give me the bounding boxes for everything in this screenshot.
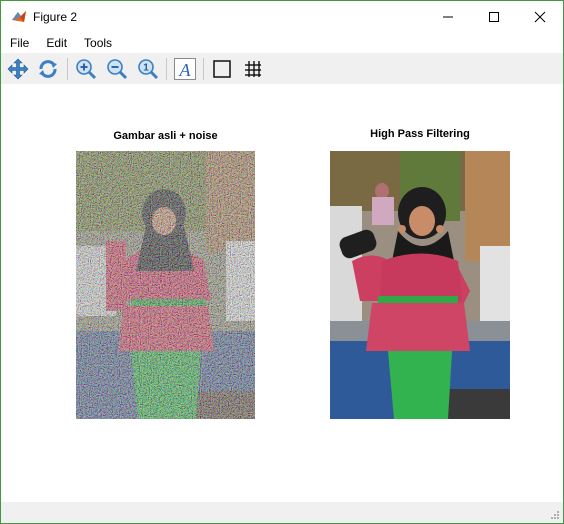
toolbar-separator <box>203 58 204 80</box>
toolbar: 1 A <box>1 53 563 84</box>
maximize-button[interactable] <box>471 1 517 33</box>
rotate-button[interactable] <box>35 56 61 82</box>
pan-arrows-icon <box>7 58 29 80</box>
resize-grip-icon[interactable] <box>550 510 560 520</box>
matlab-icon <box>12 11 26 22</box>
noisy-image <box>76 151 255 419</box>
svg-text:1: 1 <box>143 63 149 74</box>
minimize-button[interactable] <box>425 1 471 33</box>
annotate-button[interactable]: A <box>172 56 198 82</box>
zoom-reset-icon: 1 <box>138 59 159 80</box>
pan-button[interactable] <box>5 56 31 82</box>
filtered-image <box>330 151 510 419</box>
frame-icon <box>213 60 231 78</box>
zoom-in-button[interactable] <box>73 56 99 82</box>
status-bar <box>1 502 563 523</box>
zoom-out-icon <box>107 59 128 80</box>
title-bar[interactable]: Figure 2 <box>1 1 563 33</box>
zoom-reset-button[interactable]: 1 <box>135 56 161 82</box>
menu-edit[interactable]: Edit <box>37 33 75 53</box>
svg-text:A: A <box>179 60 192 80</box>
filtered-photo <box>330 151 510 419</box>
grid-icon <box>245 61 261 77</box>
menu-file[interactable]: File <box>1 33 37 53</box>
close-button[interactable] <box>517 1 563 33</box>
grid-button[interactable] <box>240 56 266 82</box>
minimize-icon <box>443 16 453 18</box>
menu-bar: File Edit Tools <box>1 33 563 53</box>
maximize-icon <box>489 12 499 22</box>
menu-tools[interactable]: Tools <box>75 33 120 53</box>
toolbar-separator <box>67 58 68 80</box>
left-axes-title: Gambar asli + noise <box>113 130 218 142</box>
close-icon <box>534 11 546 23</box>
noisy-photo <box>76 151 255 419</box>
frame-button[interactable] <box>209 56 235 82</box>
zoom-out-button[interactable] <box>104 56 130 82</box>
window-title: Figure 2 <box>33 10 78 24</box>
rotate-3d-icon <box>39 60 57 78</box>
figure-window: Figure 2 File Edit Tools 1 A Gambar asli… <box>0 0 564 524</box>
right-axes-title: High Pass Filtering <box>370 128 470 140</box>
toolbar-separator <box>166 58 167 80</box>
figure-canvas[interactable]: Gambar asli + noise High Pass Filtering <box>1 84 563 502</box>
text-annotation-icon: A <box>174 58 196 80</box>
zoom-in-icon <box>76 59 97 80</box>
